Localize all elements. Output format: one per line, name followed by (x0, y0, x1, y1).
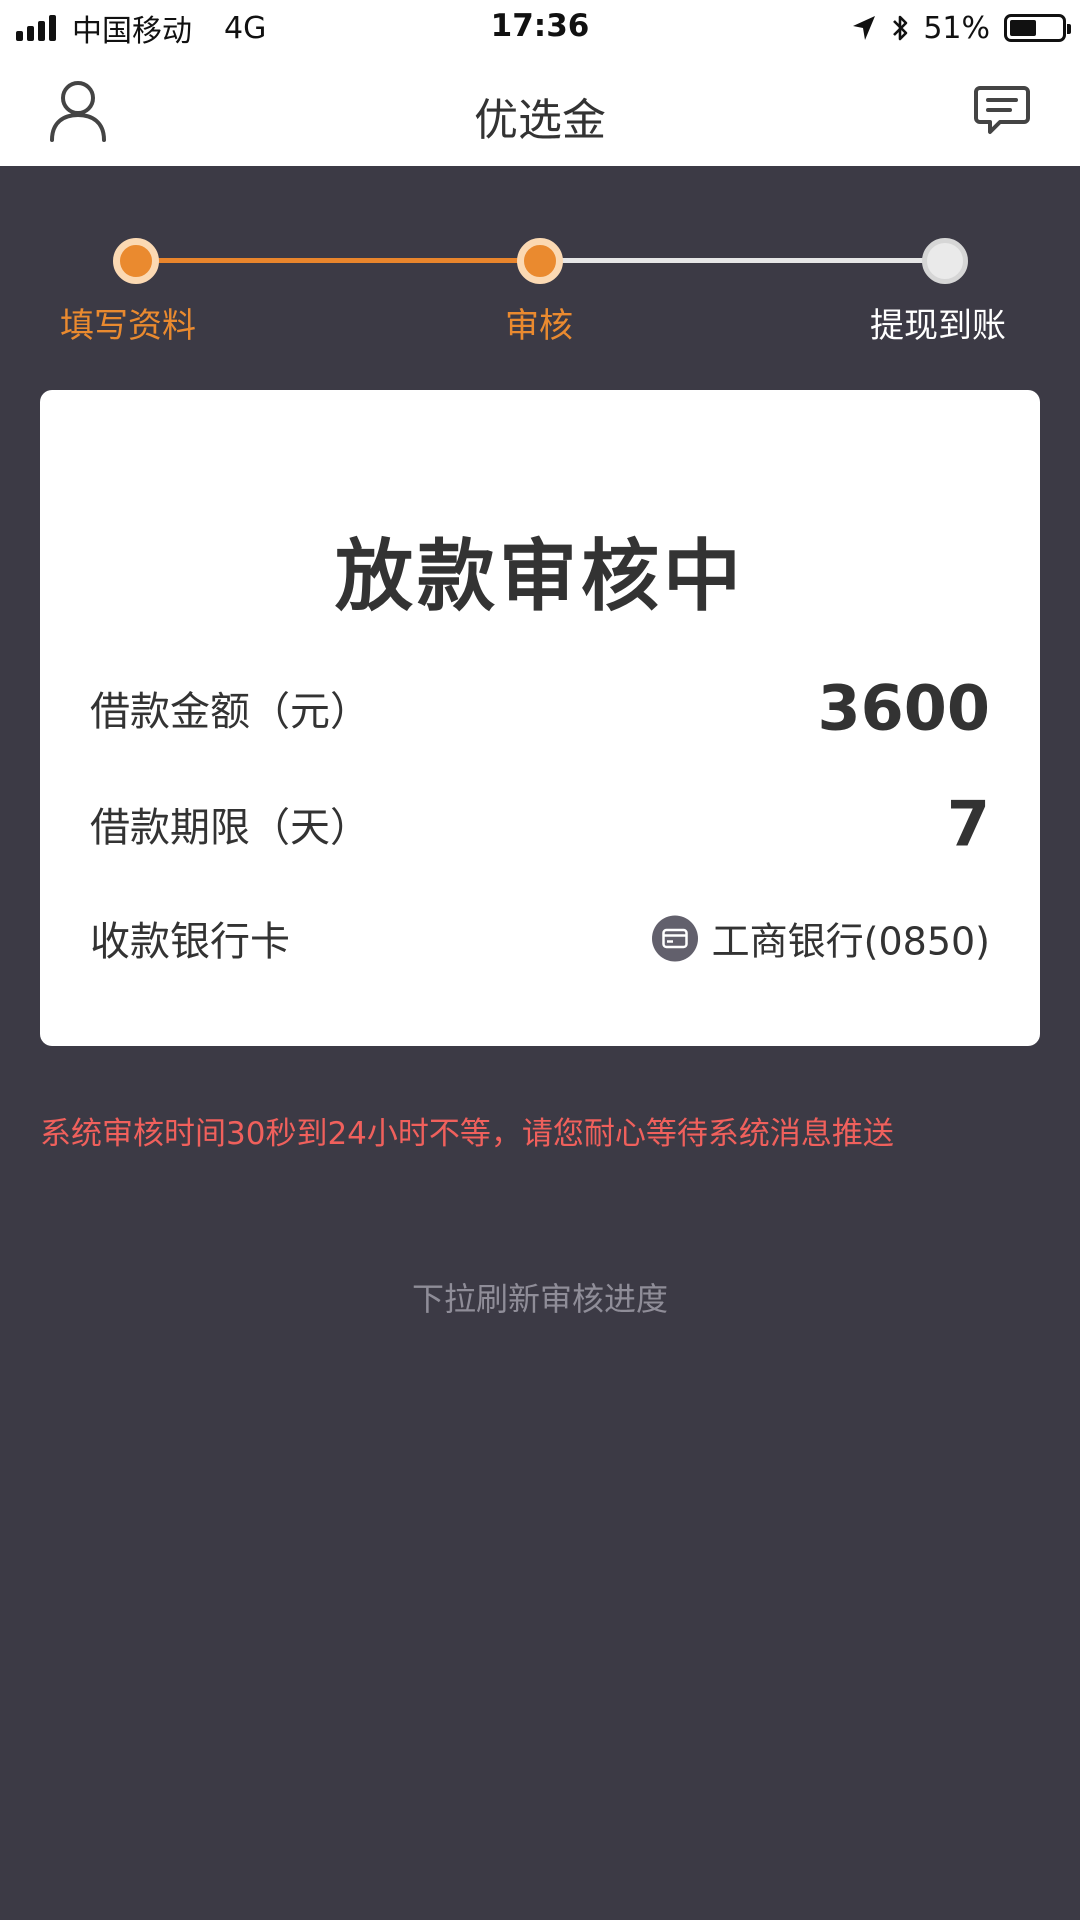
step-dot-withdraw (922, 238, 968, 284)
status-right: 51% (851, 8, 1071, 48)
progress-line-pending (540, 258, 944, 263)
battery-icon (1004, 14, 1071, 42)
bank-card-label: 收款银行卡 (90, 919, 290, 965)
step-label-fill-info: 填写资料 (60, 306, 196, 346)
page-title: 优选金 (474, 95, 606, 146)
loan-amount-value: 3600 (817, 671, 990, 745)
step-dot-review (517, 238, 563, 284)
step-label-review: 审核 (505, 306, 573, 346)
loan-amount-row: 借款金额（元） 3600 (90, 668, 990, 748)
nav-bar: 优选金 (0, 56, 1080, 166)
battery-fill (1010, 20, 1036, 36)
pull-to-refresh-hint: 下拉刷新审核进度 (411, 1280, 668, 1318)
step-dot-fill-info (113, 238, 159, 284)
step-label-withdraw: 提现到账 (870, 306, 1006, 346)
loan-term-label: 借款期限（天） (90, 805, 370, 851)
status-bar: 中国移动 4G 17:36 51% (0, 0, 1080, 56)
loan-term-row: 借款期限（天） 7 (90, 784, 990, 864)
bank-card-icon (651, 915, 698, 961)
loan-amount-label: 借款金额（元） (90, 689, 370, 735)
location-icon (853, 16, 876, 40)
loan-status-card: 放款审核中 借款金额（元） 3600 借款期限（天） 7 收款银行卡 工商银行(… (40, 390, 1040, 1046)
progress-steps: 填写资料 审核 提现到账 (0, 230, 1080, 350)
header: 中国移动 4G 17:36 51% 优选金 (0, 0, 1080, 166)
battery-percent: 51% (923, 10, 990, 46)
status-title: 放款审核中 (334, 532, 745, 622)
bank-card-value: 工商银行(0850) (651, 911, 990, 966)
loan-term-value: 7 (946, 787, 990, 861)
message-icon[interactable] (974, 84, 1030, 136)
bank-card-row: 收款银行卡 工商银行(0850) (90, 898, 990, 978)
review-notice: 系统审核时间30秒到24小时不等，请您耐心等待系统消息推送 (40, 1116, 894, 1152)
bluetooth-icon (893, 15, 908, 41)
bank-card-text: 工商银行(0850) (711, 919, 990, 964)
progress-line-done (136, 258, 538, 263)
